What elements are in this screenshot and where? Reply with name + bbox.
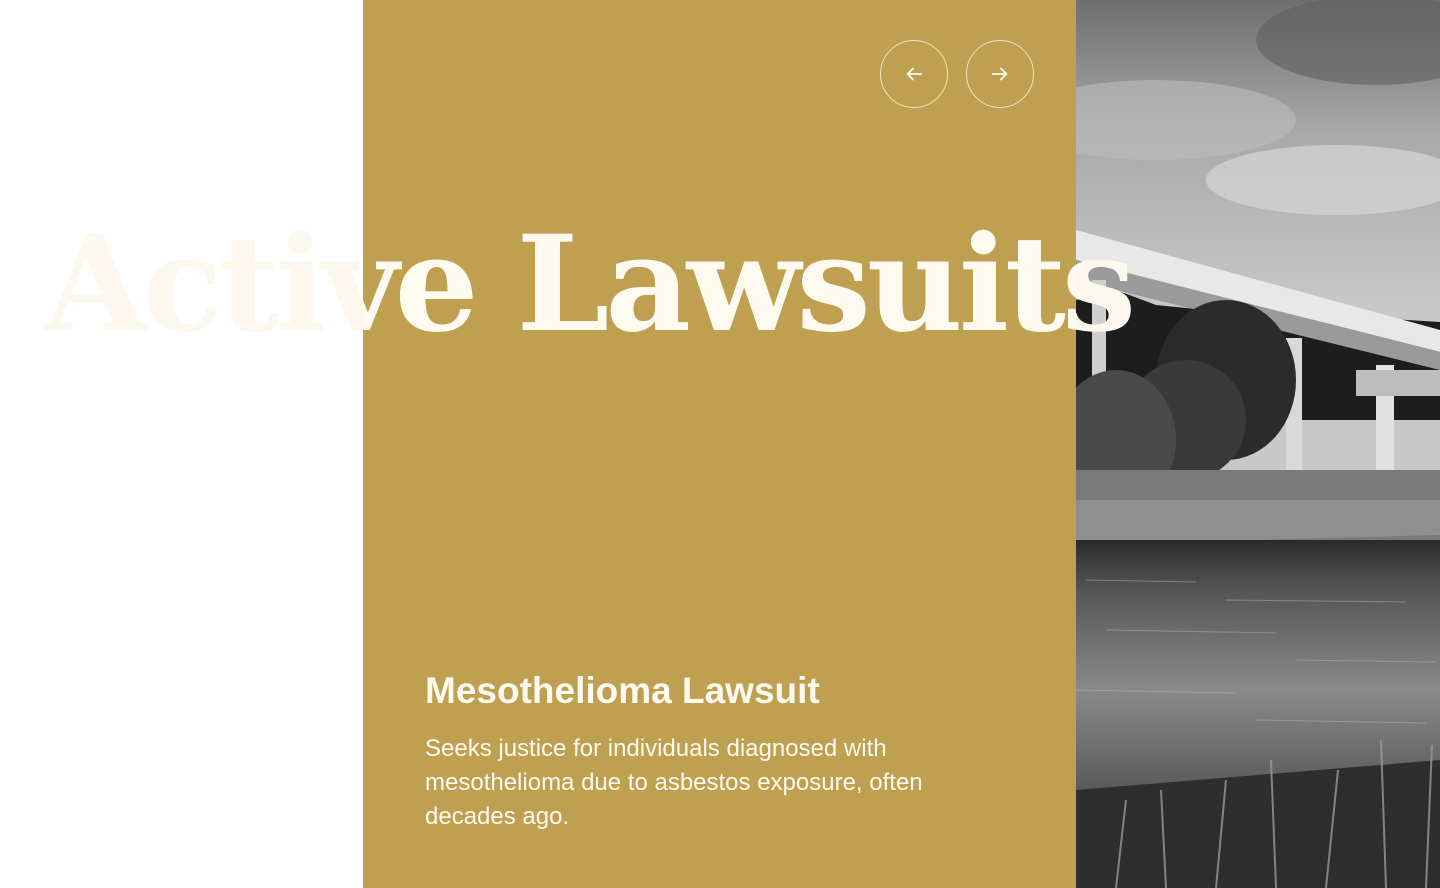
- slide-card: Mesothelioma Lawsuit Seeks justice for i…: [425, 668, 945, 834]
- slide-title[interactable]: Mesothelioma Lawsuit: [425, 668, 945, 714]
- carousel-next-button[interactable]: [966, 40, 1034, 108]
- bridge-river-photo: [1076, 0, 1440, 888]
- carousel-prev-button[interactable]: [880, 40, 948, 108]
- slide-description: Seeks justice for individuals diagnosed …: [425, 735, 923, 830]
- arrow-right-icon: [991, 67, 1008, 81]
- arrow-left-icon: [906, 67, 923, 81]
- slide-photo: [1076, 0, 1440, 888]
- active-lawsuits-section: Active Lawsuits Active Lawsuits Mesothel…: [0, 0, 1440, 888]
